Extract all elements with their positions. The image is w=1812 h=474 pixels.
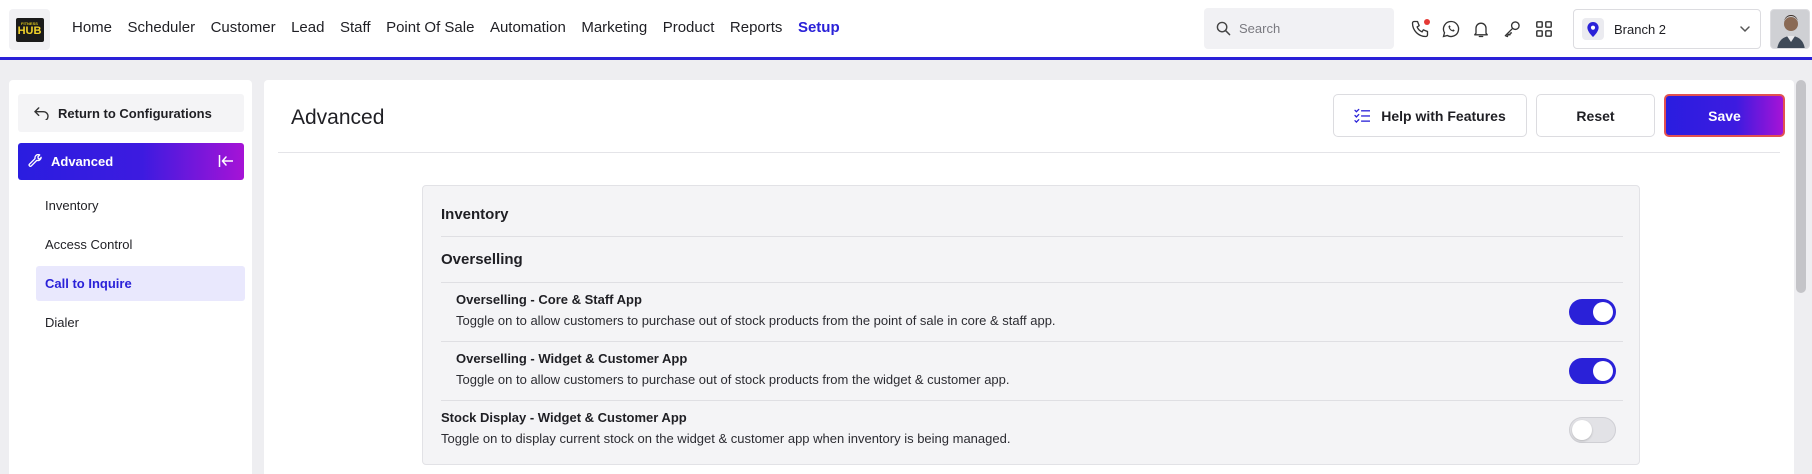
settings-sidebar: Return to Configurations Advanced Invent… [9,80,252,474]
app-logo[interactable]: FITNESS HUB [9,9,50,50]
toggle-knob [1593,361,1613,381]
chevron-down-icon [1740,26,1750,33]
nav-item-point-of-sale[interactable]: Point Of Sale [386,19,474,36]
help-with-features-button[interactable]: Help with Features [1333,94,1527,137]
branch-selector[interactable]: Branch 2 [1573,9,1761,49]
notification-dot [1424,19,1430,25]
nav-item-scheduler[interactable]: Scheduler [128,19,196,36]
location-pin-icon [1582,18,1604,40]
nav-item-staff[interactable]: Staff [340,19,371,36]
page-scrollbar[interactable] [1796,80,1806,293]
nav-item-customer[interactable]: Customer [211,19,276,36]
help-label: Help with Features [1381,107,1506,124]
page-title: Advanced [291,106,385,129]
setting-description: Toggle on to display current stock on th… [441,431,1011,446]
header-divider [278,152,1780,153]
save-button[interactable]: Save [1664,94,1785,137]
setting-description: Toggle on to allow customers to purchase… [456,372,1010,387]
sidebar-item-dialer[interactable]: Dialer [36,305,245,340]
card-subheading: Overselling [441,251,523,268]
phone-icon[interactable] [1409,18,1431,40]
bell-icon[interactable] [1470,18,1492,40]
return-arrow-icon [34,106,49,120]
checklist-icon [1354,108,1371,123]
overselling-core-staff-toggle[interactable] [1569,299,1616,325]
setting-description: Toggle on to allow customers to purchase… [456,313,1056,328]
logo-mark: FITNESS HUB [15,17,44,42]
user-avatar[interactable] [1770,9,1810,49]
setting-title: Overselling - Core & Staff App [456,292,642,307]
toggle-knob [1593,302,1613,322]
nav-item-setup[interactable]: Setup [798,19,840,36]
apps-grid-icon[interactable] [1533,18,1555,40]
overselling-widget-customer-toggle[interactable] [1569,358,1616,384]
setting-title: Stock Display - Widget & Customer App [441,410,687,425]
collapse-sidebar-icon[interactable] [218,153,234,169]
wrench-icon [28,154,42,167]
main-content: Advanced Help with Features Reset Save I… [264,80,1794,474]
main-nav: Home Scheduler Customer Lead Staff Point… [72,19,855,36]
divider [441,341,1623,342]
logo-line-2: HUB [17,25,42,37]
sidebar-item-access-control[interactable]: Access Control [36,227,245,262]
section-label: Advanced [51,154,114,169]
nav-item-automation[interactable]: Automation [490,19,566,36]
sidebar-section-advanced[interactable]: Advanced [18,143,244,180]
nav-item-lead[interactable]: Lead [291,19,324,36]
toggle-knob [1572,420,1592,440]
search-box [1204,8,1394,49]
search-icon [1216,21,1231,36]
inventory-settings-card: Inventory Overselling Overselling - Core… [422,185,1640,465]
whatsapp-icon[interactable] [1440,18,1462,40]
nav-item-marketing[interactable]: Marketing [581,19,647,36]
nav-item-home[interactable]: Home [72,19,112,36]
branch-label: Branch 2 [1614,21,1667,37]
search-input[interactable] [1239,21,1389,36]
stock-display-toggle[interactable] [1569,417,1616,443]
return-label: Return to Configurations [58,105,212,121]
top-navigation-bar: FITNESS HUB Home Scheduler Customer Lead… [0,0,1812,60]
card-heading: Inventory [441,206,509,223]
sidebar-item-inventory[interactable]: Inventory [36,188,245,223]
nav-item-reports[interactable]: Reports [730,19,783,36]
divider [441,282,1623,283]
divider [441,400,1623,401]
sidebar-item-call-to-inquire[interactable]: Call to Inquire [36,266,245,301]
return-to-configurations-button[interactable]: Return to Configurations [18,94,244,132]
divider [441,236,1623,237]
nav-item-product[interactable]: Product [663,19,715,36]
key-icon[interactable] [1501,18,1523,40]
reset-button[interactable]: Reset [1536,94,1655,137]
setting-title: Overselling - Widget & Customer App [456,351,688,366]
